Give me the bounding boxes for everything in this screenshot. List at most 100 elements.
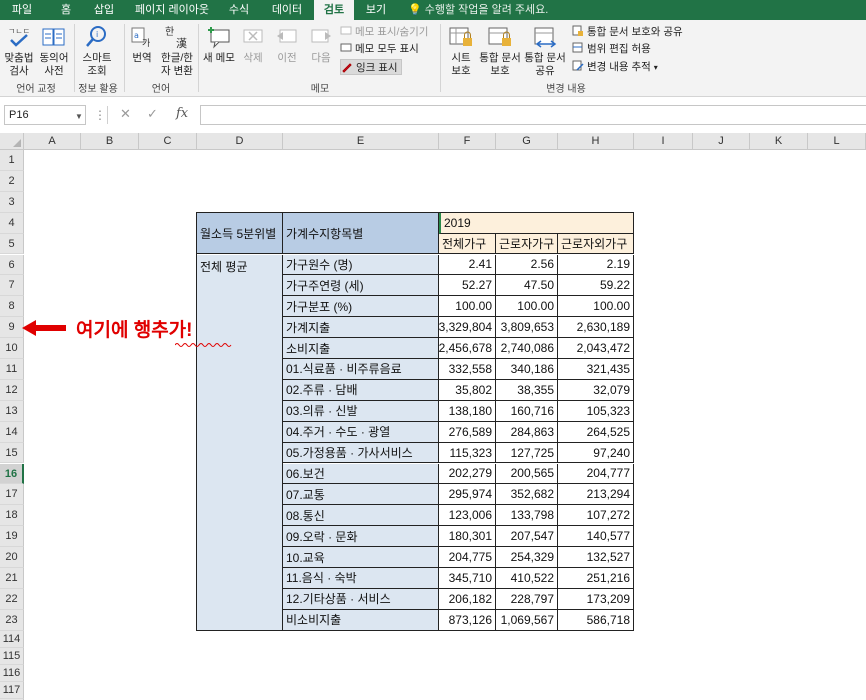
share-workbook-button[interactable]: 통합 문서 공유 — [522, 24, 568, 78]
column-header[interactable]: F — [439, 133, 496, 150]
value-worker-households[interactable]: 207,547 — [496, 526, 558, 548]
value-all-households[interactable]: 276,589 — [439, 421, 496, 443]
row-header[interactable]: 5 — [0, 233, 24, 255]
value-all-households[interactable]: 204,775 — [439, 547, 496, 568]
row-label[interactable]: 05.가정용품 · 가사서비스 — [283, 442, 439, 464]
allow-edit-ranges-button[interactable]: 범위 편집 허용 — [572, 41, 651, 57]
tab-formulas[interactable]: 수식 — [220, 0, 258, 20]
row-label[interactable]: 08.통신 — [283, 505, 439, 527]
protect-sheet-button[interactable]: 시트 보호 — [444, 24, 478, 78]
value-all-households[interactable]: 52.27 — [439, 275, 496, 297]
value-all-households[interactable]: 35,802 — [439, 379, 496, 401]
value-all-households[interactable]: 138,180 — [439, 400, 496, 422]
column-header[interactable]: H — [558, 133, 634, 150]
value-all-households[interactable]: 180,301 — [439, 526, 496, 548]
row-header[interactable]: 8 — [0, 296, 24, 318]
row-header[interactable]: 2 — [0, 170, 24, 192]
group-total-average[interactable]: 전체 평균 — [197, 254, 283, 631]
tab-data[interactable]: 데이터 — [264, 0, 310, 20]
value-worker-households[interactable]: 340,186 — [496, 359, 558, 380]
value-worker-households[interactable]: 2,740,086 — [496, 338, 558, 359]
value-worker-households[interactable]: 228,797 — [496, 588, 558, 610]
cancel-entry-icon[interactable]: ✕ — [120, 106, 131, 122]
value-all-households[interactable]: 873,126 — [439, 609, 496, 631]
row-header[interactable]: 19 — [0, 526, 24, 548]
header-year[interactable]: 2019 — [439, 212, 634, 234]
tab-review[interactable]: 검토 — [314, 0, 354, 21]
row-header[interactable]: 13 — [0, 400, 24, 422]
row-header[interactable]: 7 — [0, 275, 24, 297]
tab-insert[interactable]: 삽입 — [84, 0, 124, 20]
value-non-worker-households[interactable]: 32,079 — [558, 379, 634, 401]
tab-view[interactable]: 보기 — [358, 0, 394, 20]
show-ink-button[interactable]: 잉크 표시 — [340, 59, 402, 75]
row-label[interactable]: 04.주거 · 수도 · 광열 — [283, 421, 439, 443]
value-non-worker-households[interactable]: 105,323 — [558, 400, 634, 422]
value-worker-households[interactable]: 47.50 — [496, 275, 558, 297]
row-header[interactable]: 21 — [0, 568, 24, 589]
protect-and-share-button[interactable]: 통합 문서 보호와 공유 — [572, 24, 683, 40]
row-label[interactable]: 06.보건 — [283, 463, 439, 485]
value-worker-households[interactable]: 410,522 — [496, 568, 558, 589]
confirm-entry-icon[interactable]: ✓ — [147, 106, 158, 122]
value-non-worker-households[interactable]: 140,577 — [558, 526, 634, 548]
value-non-worker-households[interactable]: 173,209 — [558, 588, 634, 610]
show-hide-comment-button[interactable]: 메모 표시/숨기기 — [340, 24, 428, 40]
value-all-households[interactable]: 2.41 — [439, 254, 496, 276]
insert-function-icon[interactable]: fx — [176, 106, 188, 121]
value-worker-households[interactable]: 133,798 — [496, 505, 558, 527]
row-label[interactable]: 03.의류 · 신발 — [283, 400, 439, 422]
column-header[interactable]: D — [197, 133, 283, 150]
value-worker-households[interactable]: 127,725 — [496, 442, 558, 464]
row-header[interactable]: 18 — [0, 505, 24, 527]
column-header[interactable]: J — [693, 133, 750, 150]
header-non-worker-households[interactable]: 근로자외가구 — [558, 233, 634, 255]
value-non-worker-households[interactable]: 107,272 — [558, 505, 634, 527]
row-label[interactable]: 01.식료품 · 비주류음료 — [283, 359, 439, 380]
row-header[interactable]: 14 — [0, 421, 24, 443]
column-header[interactable]: I — [634, 133, 693, 150]
row-label[interactable]: 가구원수 (명) — [283, 254, 439, 276]
row-label[interactable]: 가구분포 (%) — [283, 296, 439, 318]
previous-comment-button[interactable]: 이전 — [272, 24, 302, 65]
new-comment-button[interactable]: 새 메모 — [202, 24, 236, 65]
header-all-households[interactable]: 전체가구 — [439, 233, 496, 255]
row-header[interactable]: 10 — [0, 338, 24, 359]
value-worker-households[interactable]: 160,716 — [496, 400, 558, 422]
column-header[interactable]: A — [24, 133, 81, 150]
row-header[interactable]: 16 — [0, 463, 24, 485]
row-header[interactable]: 3 — [0, 191, 24, 213]
value-worker-households[interactable]: 1,069,567 — [496, 609, 558, 631]
value-non-worker-households[interactable]: 2,630,189 — [558, 317, 634, 339]
thesaurus-button[interactable]: 동의어 사전 — [38, 24, 70, 78]
next-comment-button[interactable]: 다음 — [306, 24, 336, 65]
row-label[interactable]: 11.음식 · 숙박 — [283, 568, 439, 589]
row-header[interactable]: 11 — [0, 359, 24, 380]
value-worker-households[interactable]: 352,682 — [496, 484, 558, 506]
value-all-households[interactable]: 3,329,804 — [439, 317, 496, 339]
row-header[interactable]: 116 — [0, 664, 24, 682]
value-non-worker-households[interactable]: 100.00 — [558, 296, 634, 318]
row-label[interactable]: 비소비지출 — [283, 609, 439, 631]
row-header[interactable]: 17 — [0, 484, 24, 506]
value-non-worker-households[interactable]: 2.19 — [558, 254, 634, 276]
column-header[interactable]: G — [496, 133, 558, 150]
row-label[interactable]: 07.교통 — [283, 484, 439, 506]
tab-file[interactable]: 파일 — [4, 0, 40, 20]
translate-button[interactable]: 가a 번역 — [126, 24, 158, 65]
column-header[interactable]: B — [81, 133, 139, 150]
value-non-worker-households[interactable]: 132,527 — [558, 547, 634, 568]
tab-home[interactable]: 홈 — [48, 0, 84, 20]
value-worker-households[interactable]: 254,329 — [496, 547, 558, 568]
header-worker-households[interactable]: 근로자가구 — [496, 233, 558, 255]
value-non-worker-households[interactable]: 264,525 — [558, 421, 634, 443]
value-non-worker-households[interactable]: 59.22 — [558, 275, 634, 297]
column-header[interactable]: L — [808, 133, 866, 150]
value-all-households[interactable]: 295,974 — [439, 484, 496, 506]
row-header[interactable]: 15 — [0, 442, 24, 464]
value-all-households[interactable]: 115,323 — [439, 442, 496, 464]
column-header[interactable]: E — [283, 133, 439, 150]
row-header[interactable]: 6 — [0, 254, 24, 276]
row-label[interactable]: 10.교육 — [283, 547, 439, 568]
formula-input[interactable] — [200, 105, 866, 125]
